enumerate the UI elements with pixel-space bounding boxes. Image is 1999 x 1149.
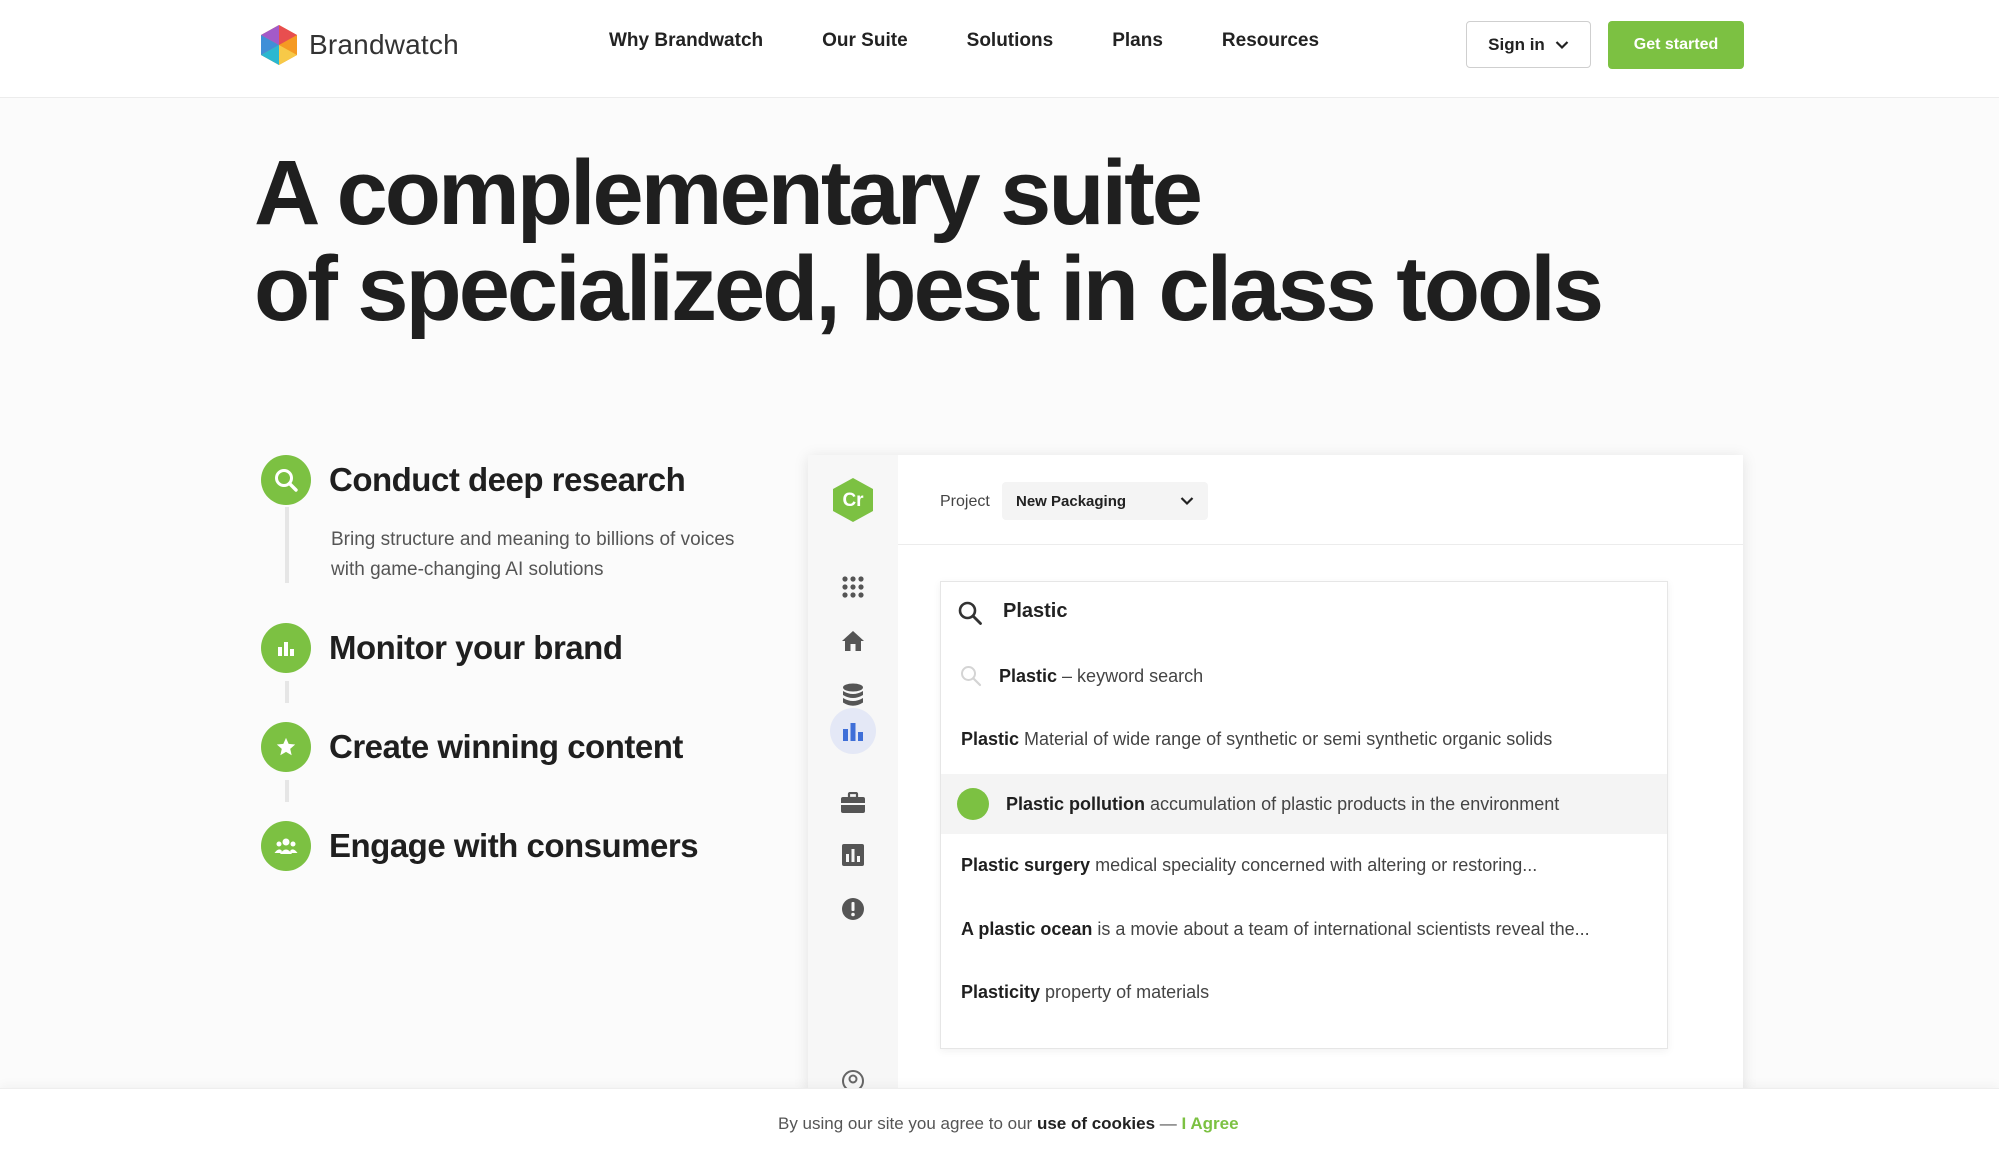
- suggestion-item[interactable]: Plasticity property of materials: [941, 962, 1667, 1022]
- feature-connector: [285, 780, 289, 802]
- suggestion-term: Plasticity: [961, 981, 1041, 1002]
- briefcase-icon[interactable]: [839, 789, 867, 817]
- people-icon: [261, 821, 311, 871]
- feature-title: Conduct deep research: [329, 461, 686, 498]
- nav-why-brandwatch[interactable]: Why Brandwatch: [609, 30, 763, 52]
- cookie-agree-button[interactable]: I Agree: [1182, 1114, 1239, 1133]
- search-bar: [941, 582, 1667, 640]
- app-logo[interactable]: Cr: [832, 477, 874, 528]
- suggestion-item[interactable]: Plastic Material of wide range of synthe…: [941, 709, 1667, 769]
- cookie-separator: —: [1159, 1114, 1177, 1133]
- search-icon: [958, 601, 982, 625]
- suggestion-item[interactable]: Plastic surgery medical speciality conce…: [941, 835, 1667, 895]
- hero-line-2: of specialized, best in class tools: [254, 238, 1604, 340]
- suggestion-keyword[interactable]: Plastic – keyword search: [941, 646, 1667, 706]
- hero-heading: A complementary suite of specialized, be…: [254, 142, 1604, 340]
- suggestion-term: A plastic ocean: [961, 918, 1093, 939]
- suggestion-term: Plastic: [961, 728, 1020, 749]
- feature-connector: [285, 681, 289, 703]
- suggestion-term: Plastic: [999, 665, 1058, 686]
- suggestion-item-highlighted[interactable]: Plastic pollution accumulation of plasti…: [941, 774, 1667, 834]
- cookie-prefix: By using our site you agree to our: [778, 1114, 1033, 1133]
- suggestion-desc: accumulation of plastic products in the …: [1150, 793, 1560, 814]
- database-icon[interactable]: [839, 682, 867, 710]
- feature-title: Engage with consumers: [329, 827, 699, 864]
- cookie-message: By using our site you agree to our use o…: [778, 1114, 1239, 1134]
- suggestion-desc: Material of wide range of synthetic or s…: [1024, 728, 1553, 749]
- nav-resources[interactable]: Resources: [1222, 30, 1319, 52]
- search-icon: [261, 455, 311, 505]
- bar-chart-icon[interactable]: [839, 717, 867, 745]
- app-sidebar: Cr: [808, 455, 898, 1095]
- apps-grid-icon[interactable]: [839, 573, 867, 601]
- project-label: Project: [940, 493, 990, 510]
- search-input[interactable]: [1003, 596, 1603, 626]
- alert-icon[interactable]: [839, 895, 867, 923]
- suggestion-desc: medical speciality concerned with alteri…: [1095, 854, 1538, 875]
- report-icon[interactable]: [839, 841, 867, 869]
- suggestion-desc: property of materials: [1045, 981, 1210, 1002]
- app-logo-text: Cr: [842, 490, 864, 511]
- chevron-down-icon: [1180, 497, 1194, 506]
- sign-in-button[interactable]: Sign in: [1466, 21, 1591, 68]
- brand-hexagon-icon: [261, 25, 297, 65]
- hero-line-1: A complementary suite: [254, 142, 1203, 244]
- suggestion-term: Plastic pollution: [1006, 793, 1146, 814]
- nav-plans[interactable]: Plans: [1112, 30, 1163, 52]
- search-panel: Plastic – keyword search Plastic Materia…: [940, 581, 1668, 1049]
- home-icon[interactable]: [839, 627, 867, 655]
- get-started-button[interactable]: Get started: [1608, 21, 1744, 69]
- nav-our-suite[interactable]: Our Suite: [822, 30, 908, 52]
- chevron-down-icon: [1555, 40, 1569, 49]
- feature-description: Bring structure and meaning to billions …: [331, 529, 735, 580]
- main-nav: Why Brandwatch Our Suite Solutions Plans…: [609, 30, 1378, 52]
- suggestion-term: Plastic surgery: [961, 854, 1091, 875]
- brand-name: Brandwatch: [309, 29, 459, 60]
- feature-item-research[interactable]: Conduct deep research: [261, 455, 686, 505]
- feature-title: Monitor your brand: [329, 629, 623, 666]
- feature-title: Create winning content: [329, 728, 683, 765]
- star-icon: [261, 722, 311, 772]
- cookie-policy-link[interactable]: use of cookies: [1037, 1114, 1155, 1133]
- cookie-banner: By using our site you agree to our use o…: [0, 1088, 1999, 1149]
- sign-in-label: Sign in: [1488, 34, 1545, 54]
- topic-dot-icon: [957, 788, 989, 820]
- feature-item-engage[interactable]: Engage with consumers: [261, 821, 699, 871]
- nav-solutions[interactable]: Solutions: [967, 30, 1054, 52]
- product-preview: Cr Project New Packaging Plastic Plastic…: [808, 455, 1743, 1095]
- suggestion-item[interactable]: A plastic ocean is a movie about a team …: [941, 899, 1667, 959]
- search-icon: [961, 666, 982, 687]
- project-dropdown[interactable]: New Packaging: [1002, 482, 1208, 520]
- suggestion-desc: – keyword search: [1062, 665, 1204, 686]
- divider: [898, 544, 1743, 545]
- feature-connector: [285, 507, 289, 583]
- suggestion-desc: is a movie about a team of international…: [1097, 918, 1590, 939]
- feature-item-monitor[interactable]: Monitor your brand: [261, 623, 623, 673]
- project-value: New Packaging: [1016, 492, 1127, 510]
- feature-item-content[interactable]: Create winning content: [261, 722, 683, 772]
- brand-logo[interactable]: Brandwatch: [259, 24, 459, 66]
- site-header: Brandwatch Why Brandwatch Our Suite Solu…: [0, 0, 1999, 98]
- bar-chart-icon: [261, 623, 311, 673]
